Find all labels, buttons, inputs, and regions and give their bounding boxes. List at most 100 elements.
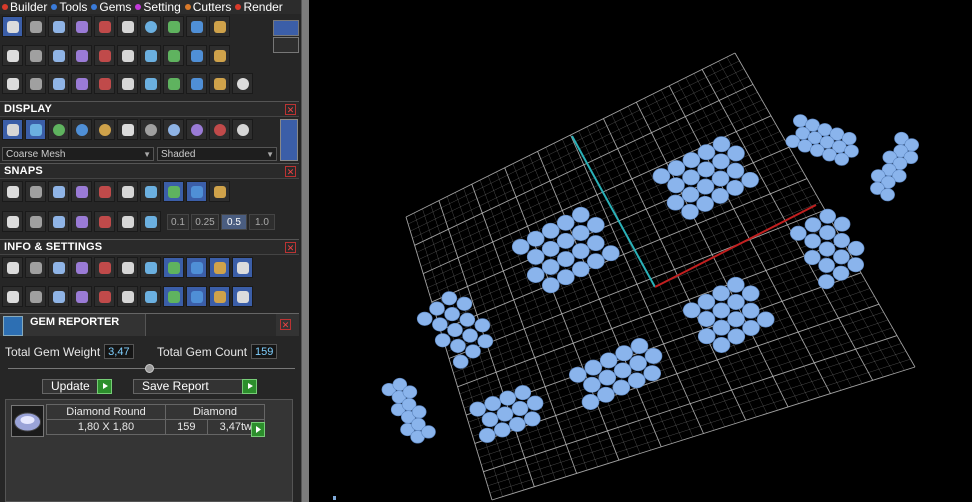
gem[interactable] — [696, 195, 714, 212]
close-icon[interactable]: ✕ — [280, 319, 291, 330]
gem-cluster-9[interactable] — [870, 131, 920, 202]
close-icon[interactable]: ✕ — [285, 103, 296, 115]
gem-cluster-4[interactable] — [789, 208, 865, 290]
gem[interactable] — [819, 208, 837, 224]
gem[interactable] — [601, 245, 620, 262]
pipette-button[interactable] — [163, 286, 184, 307]
snap-value-3[interactable]: 0.5 — [221, 214, 247, 230]
window-grid-button[interactable] — [2, 211, 23, 232]
gizmo-button[interactable] — [209, 286, 230, 307]
slab-button[interactable] — [71, 45, 92, 66]
snap-line-button[interactable] — [186, 181, 207, 202]
gem[interactable] — [652, 168, 671, 185]
gem[interactable] — [541, 222, 560, 239]
sphere-purple-button[interactable] — [71, 119, 92, 140]
molecule-button[interactable] — [209, 45, 230, 66]
snap-end-button[interactable] — [2, 181, 23, 202]
layout-button[interactable] — [209, 16, 230, 37]
gem[interactable] — [429, 301, 445, 316]
gem-thumbnail[interactable] — [11, 405, 44, 437]
search-button[interactable] — [25, 257, 46, 278]
grid-diag-button[interactable] — [71, 211, 92, 232]
gem[interactable] — [697, 328, 716, 345]
gem[interactable] — [581, 394, 600, 410]
gem[interactable] — [571, 261, 590, 278]
pointer-button[interactable] — [117, 211, 138, 232]
gem[interactable] — [494, 422, 511, 438]
gem-cluster-8[interactable] — [416, 291, 494, 369]
curve-twist-button[interactable] — [71, 16, 92, 37]
gear-outline-button[interactable] — [163, 45, 184, 66]
splitter-handle[interactable] — [145, 364, 154, 373]
gem[interactable] — [556, 214, 575, 231]
figure-button[interactable] — [25, 119, 46, 140]
ungroup-button[interactable] — [186, 73, 207, 94]
gem[interactable] — [667, 177, 685, 194]
gem[interactable] — [612, 379, 631, 396]
gem[interactable] — [819, 225, 836, 241]
gem[interactable] — [571, 243, 590, 260]
cube-open-button[interactable] — [71, 257, 92, 278]
gem[interactable] — [711, 187, 729, 204]
curve-rail-button[interactable] — [48, 16, 69, 37]
arc-button[interactable] — [25, 73, 46, 94]
pencil-button[interactable] — [48, 211, 69, 232]
gem[interactable] — [833, 233, 851, 249]
gem-cluster-2[interactable] — [652, 136, 759, 220]
gem[interactable] — [804, 233, 821, 249]
gem[interactable] — [456, 296, 473, 311]
gem[interactable] — [726, 162, 745, 179]
gem[interactable] — [524, 411, 541, 427]
cube-button[interactable] — [2, 73, 23, 94]
surface-button[interactable] — [2, 45, 23, 66]
gem[interactable] — [584, 359, 603, 376]
gem[interactable] — [484, 396, 501, 412]
menu-tools[interactable]: Tools — [51, 0, 87, 14]
gem[interactable] — [402, 385, 418, 399]
gem[interactable] — [682, 152, 701, 169]
shade-select[interactable]: Shaded ▼ — [157, 147, 277, 161]
wireframe-button[interactable] — [2, 119, 23, 140]
gem[interactable] — [818, 257, 835, 273]
menu-builder[interactable]: Builder — [2, 0, 47, 14]
panel-toggle-button-2[interactable] — [273, 37, 299, 53]
gem[interactable] — [682, 169, 700, 186]
gem[interactable] — [481, 411, 499, 427]
gem[interactable] — [556, 251, 575, 268]
sphere-glass-button[interactable] — [163, 119, 184, 140]
gem[interactable] — [809, 143, 825, 157]
plate-button[interactable] — [48, 45, 69, 66]
gem[interactable] — [697, 311, 716, 327]
gem[interactable] — [697, 293, 716, 310]
gem[interactable] — [681, 186, 700, 203]
gem[interactable] — [571, 225, 590, 241]
gem[interactable] — [666, 194, 685, 211]
report-button[interactable] — [140, 286, 161, 307]
gem[interactable] — [741, 302, 760, 319]
diamond-button[interactable] — [25, 45, 46, 66]
gem[interactable] — [526, 230, 545, 247]
plane-tilt-button[interactable] — [94, 211, 115, 232]
gem[interactable] — [627, 372, 646, 389]
gem[interactable] — [726, 276, 745, 293]
gem[interactable] — [450, 338, 466, 353]
gem[interactable] — [712, 136, 731, 153]
menu-render[interactable]: Render — [235, 0, 283, 14]
viewport-canvas[interactable] — [309, 0, 972, 502]
sweep-button[interactable] — [140, 45, 161, 66]
gem[interactable] — [511, 400, 529, 416]
gem[interactable] — [469, 401, 486, 417]
monitor-button[interactable] — [25, 286, 46, 307]
cursor-cube-button[interactable] — [117, 286, 138, 307]
cage-button[interactable] — [48, 286, 69, 307]
gem[interactable] — [742, 320, 760, 336]
prism-button[interactable] — [94, 45, 115, 66]
gem[interactable] — [597, 386, 615, 403]
gem[interactable] — [727, 328, 746, 345]
gem[interactable] — [509, 416, 526, 432]
cylinder-button[interactable] — [71, 286, 92, 307]
snap-curve-button[interactable] — [25, 181, 46, 202]
gem[interactable] — [741, 171, 759, 188]
save-report-button[interactable]: Save Report — [133, 379, 257, 394]
gem[interactable] — [421, 425, 436, 439]
